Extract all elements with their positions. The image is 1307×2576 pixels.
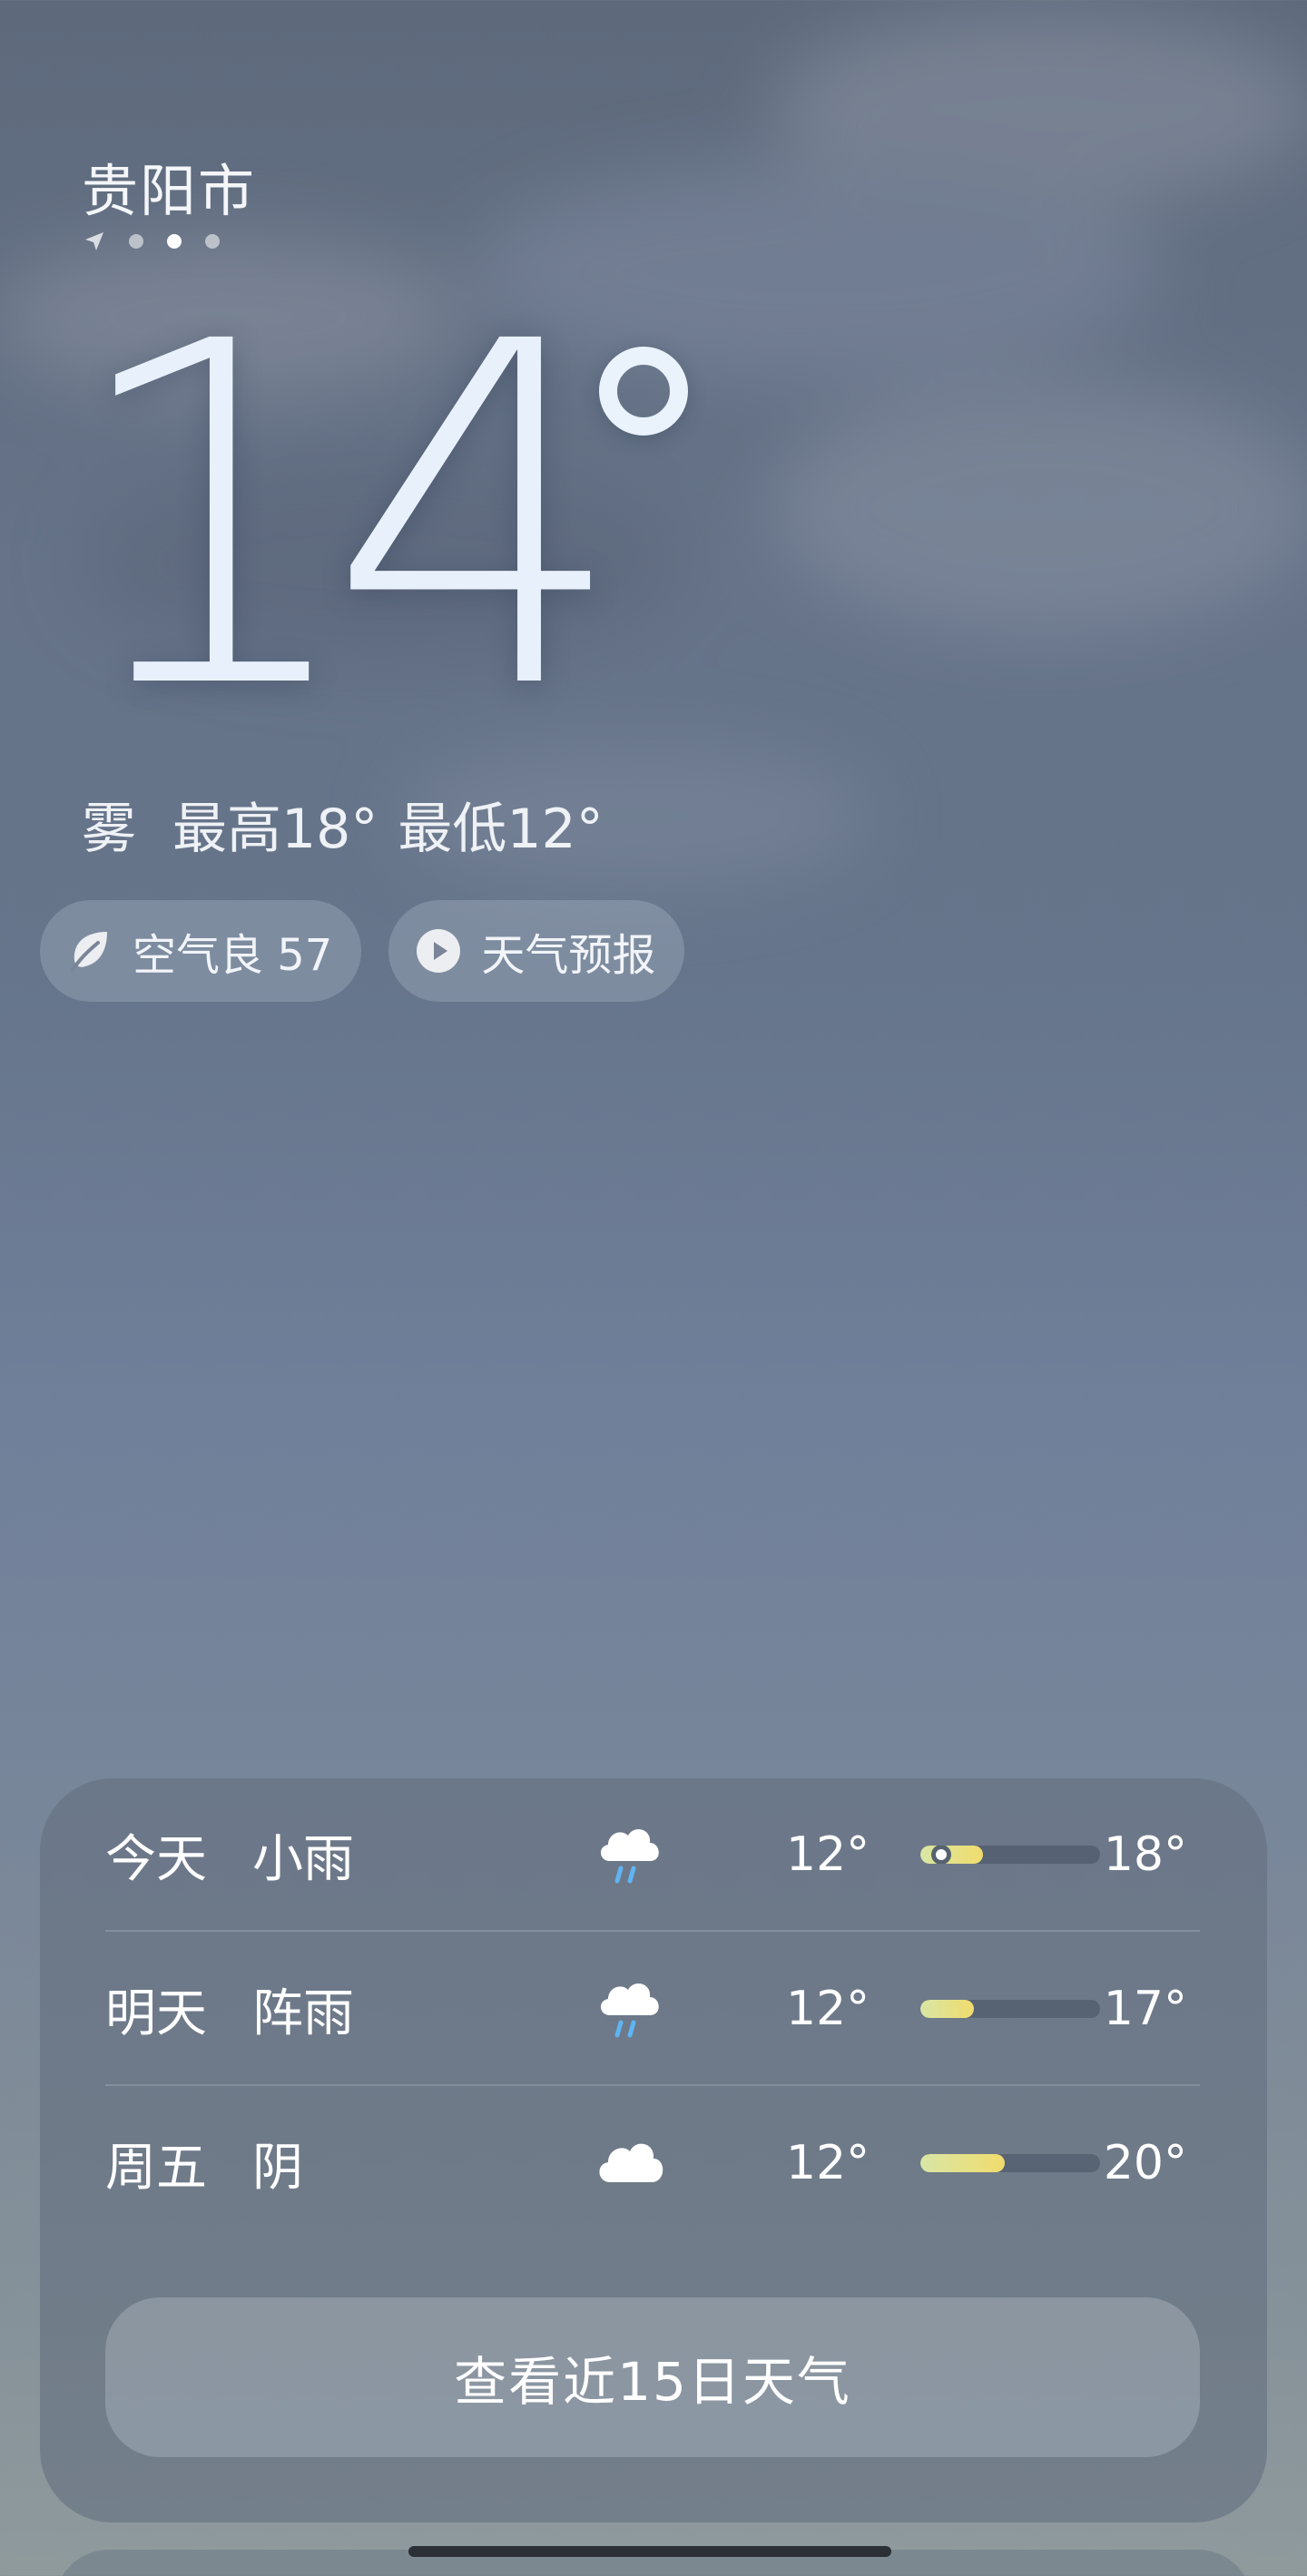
low-temp: 最低12° [398, 798, 604, 861]
daily-forecast-card: 今天 小雨 12° 18° 明天 阵雨 12° 17° 周五 阴 12° 20°… [40, 1778, 1267, 2522]
divider [105, 1930, 1200, 1932]
temperature-value: 14 [64, 242, 628, 792]
forecast-video-label: 天气预报 [481, 930, 656, 981]
high-temp: 17° [1103, 1982, 1187, 2036]
home-indicator[interactable] [408, 2546, 891, 2557]
air-quality-label: 空气良 57 [133, 930, 333, 981]
low-temp: 12° [786, 1827, 870, 1882]
view-15-day-forecast-button[interactable]: 查看近15日天气 [105, 2297, 1200, 2457]
day-label: 今天 [105, 1829, 207, 1889]
light-rain-icon [600, 1829, 659, 1884]
divider [105, 2084, 1200, 2086]
forecast-video-chip[interactable]: 天气预报 [388, 900, 685, 1002]
day-label: 周五 [105, 2138, 207, 2198]
condition-summary: 雾 最高18° 最低12° [82, 785, 604, 864]
low-temp: 12° [786, 2136, 870, 2190]
info-chips: 空气良 57 天气预报 [40, 900, 685, 1002]
temp-range-bar [920, 2154, 1100, 2172]
forecast-row[interactable]: 今天 小雨 12° 18° [105, 1778, 1200, 1932]
temp-range-fill [920, 2154, 1006, 2172]
forecast-row[interactable]: 周五 阴 12° 20° [105, 2087, 1200, 2239]
day-condition: 小雨 [252, 1829, 354, 1889]
temp-range-bar [920, 2000, 1100, 2018]
high-temp: 最高18° [172, 798, 378, 861]
condition-text: 雾 [82, 798, 136, 861]
shower-rain-icon [600, 1983, 659, 2038]
day-label: 明天 [105, 1983, 207, 2043]
temp-range-fill [920, 2000, 975, 2018]
day-condition: 阵雨 [252, 1983, 354, 2043]
temp-range-fill [920, 1846, 984, 1864]
high-temp: 20° [1103, 2136, 1187, 2190]
overcast-cloud-icon [599, 2143, 663, 2182]
day-condition: 阴 [252, 2138, 303, 2198]
leaf-icon [67, 928, 113, 974]
air-quality-chip[interactable]: 空气良 57 [40, 900, 362, 1002]
high-temp: 18° [1103, 1827, 1187, 1882]
city-name[interactable]: 贵阳市 [82, 145, 256, 227]
current-temp-marker [931, 1846, 951, 1864]
low-temp: 12° [786, 1982, 870, 2036]
temp-range-bar [920, 1846, 1100, 1864]
forecast-row[interactable]: 明天 阵雨 12° 17° [105, 1933, 1200, 2086]
play-icon [416, 928, 461, 974]
degree-symbol [599, 347, 688, 436]
current-temperature: 14 [64, 242, 699, 792]
